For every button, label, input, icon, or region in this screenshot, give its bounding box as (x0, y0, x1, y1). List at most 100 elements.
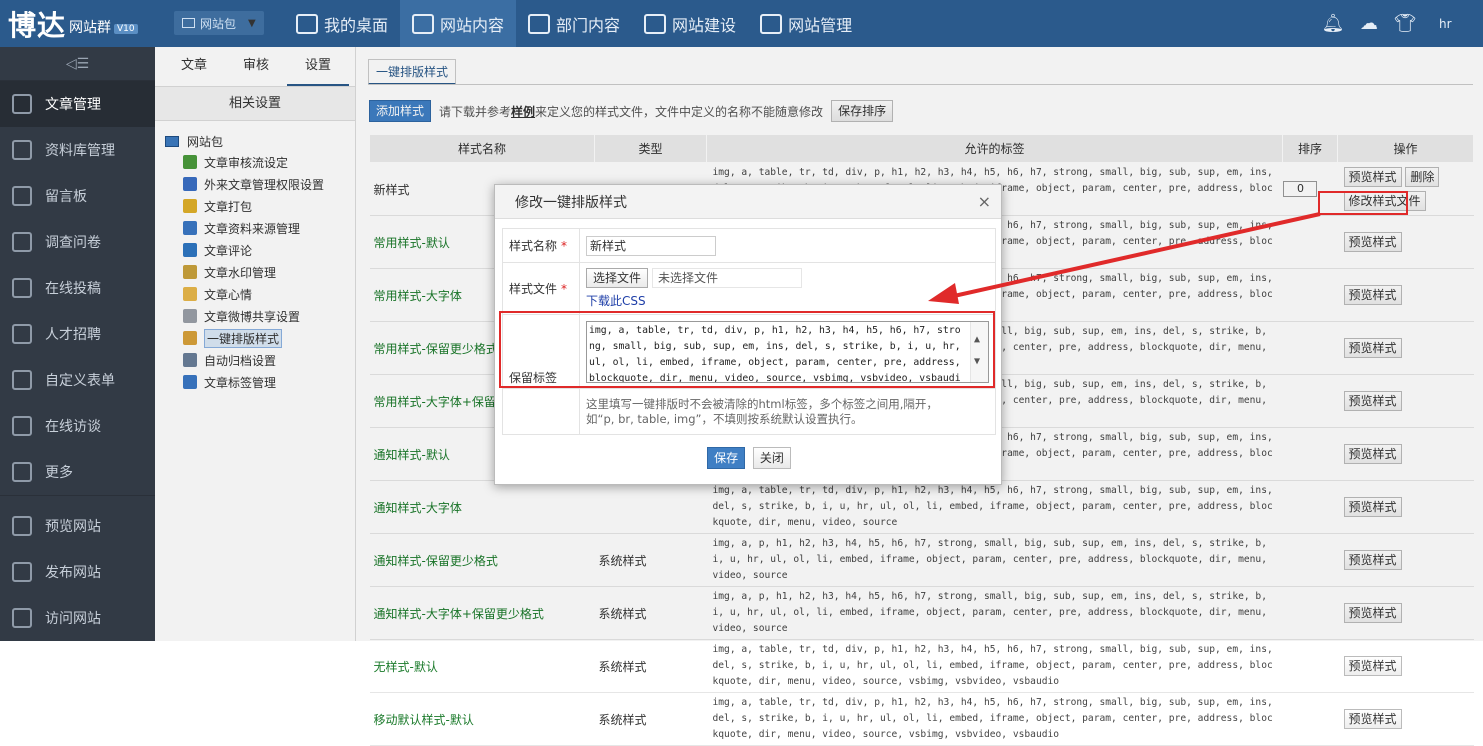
sidebar-item-label: 文章管理 (45, 97, 101, 113)
nav-dept-content[interactable]: 部门内容 (516, 0, 632, 47)
sidebar-item-guestbook[interactable]: 留言板 (0, 173, 155, 219)
grid-icon (296, 13, 318, 34)
preview-style-button[interactable]: 预览样式 (1343, 656, 1402, 676)
style-name-cell[interactable]: 移动默认样式-默认 (369, 692, 595, 746)
nav-label: 我的桌面 (324, 15, 389, 35)
table-row: 移动默认样式-默认 系统样式 img, a, table, tr, td, div,… (369, 692, 1474, 746)
form-value: 这里填写一键排版时不会被清除的html标签，多个标签之间用,隔开， 如“p, br… (579, 388, 996, 435)
top-icons: 🔔︎ ☁ 👕︎ hr (1315, 0, 1483, 47)
allowed-tags-cell: img, a, table, tr, td, div, p, h1, h2, h… (706, 692, 1283, 746)
required-mark: * (561, 239, 568, 253)
sidebar-item-label: 在线投稿 (45, 281, 101, 297)
table-row: 无样式-默认 系统样式 img, a, table, tr, td, div, p,… (369, 639, 1474, 693)
nav-label: 网站内容 (440, 15, 505, 35)
logo-sub: 网站群 (69, 19, 112, 36)
article-icon (12, 94, 32, 114)
form-row-name: 样式名称 * 新样式 (502, 228, 996, 263)
site-selector-label: 网站包 (200, 16, 237, 31)
sidebar-item-label: 访问网站 (45, 611, 101, 627)
form-icon (12, 370, 32, 390)
site-selector[interactable]: 网站包 ▼ (174, 11, 264, 35)
sidebar-item-submission[interactable]: 在线投稿 (0, 265, 155, 311)
save-button[interactable]: 保存 (707, 447, 746, 469)
sidebar-item-interview[interactable]: 在线访谈 (0, 403, 155, 449)
help-line: 这里填写一键排版时不会被清除的html标签，多个标签之间用,隔开， (586, 396, 938, 411)
order-cell (1282, 692, 1338, 746)
shirt-icon[interactable]: 👕︎ (1387, 13, 1423, 34)
sidebar-item-label: 预览网站 (45, 519, 101, 535)
highlight-modify-button (1318, 191, 1408, 215)
user-menu[interactable]: hr (1423, 17, 1483, 31)
form-label: 样式名称 * (502, 228, 580, 263)
style-type-cell: 系统样式 (594, 692, 707, 746)
sidebar-item-preview-site[interactable]: 预览网站 (0, 503, 155, 549)
nav-site-build[interactable]: 网站建设 (632, 0, 748, 47)
sidebar-item-recruit[interactable]: 人才招聘 (0, 311, 155, 357)
style-type-cell: 系统样式 (594, 639, 707, 693)
sidebar-item-label: 自定义表单 (45, 373, 115, 389)
more-icon (12, 462, 32, 482)
dialog-title: 修改一键排版样式 (515, 194, 627, 211)
nav-site-manage[interactable]: 网站管理 (748, 0, 864, 47)
sidebar-divider (0, 495, 155, 503)
sidebar-item-survey[interactable]: 调查问卷 (0, 219, 155, 265)
add-page-icon (644, 13, 667, 34)
sidebar-toggle[interactable]: ◁☰ (0, 47, 155, 81)
form-label: 样式文件 * (502, 262, 580, 315)
close-button[interactable]: 关闭 (752, 447, 791, 469)
sidebar: ◁☰ 文章管理 资料库管理 留言板 调查问卷 在线投稿 人才招聘 自定义表单 在… (0, 47, 155, 641)
nav-label: 部门内容 (556, 15, 621, 35)
sidebar-item-articles[interactable]: 文章管理 (0, 81, 155, 127)
sidebar-item-custom-form[interactable]: 自定义表单 (0, 357, 155, 403)
operations-cell: 预览样式 (1337, 692, 1474, 746)
sidebar-item-library[interactable]: 资料库管理 (0, 127, 155, 173)
download-css-link[interactable]: 下载此CSS (586, 292, 989, 309)
form-value: 新样式 (579, 228, 996, 263)
library-icon (12, 140, 32, 160)
top-nav: 我的桌面 网站内容 部门内容 网站建设 网站管理 (284, 0, 864, 47)
name-label: 样式名称 (509, 239, 558, 253)
sidebar-item-publish-site[interactable]: 发布网站 (0, 549, 155, 595)
bell-icon[interactable]: 🔔︎ (1315, 13, 1351, 34)
sidebar-item-label: 在线访谈 (45, 419, 101, 435)
logo[interactable]: 博达 网站群 V10 (0, 0, 155, 47)
preview-style-button[interactable]: 预览样式 (1343, 709, 1402, 729)
sidebar-item-more[interactable]: 更多 (0, 449, 155, 495)
monitor-icon (182, 18, 195, 28)
preview-icon (12, 516, 32, 536)
help-text: 这里填写一键排版时不会被清除的html标签，多个标签之间用,隔开， 如“p, br… (586, 395, 989, 429)
file-row: 选择文件 未选择文件 (586, 268, 989, 288)
close-icon[interactable]: × (978, 192, 991, 211)
microphone-icon (12, 416, 32, 436)
logo-version: V10 (114, 23, 138, 34)
style-name-cell[interactable]: 无样式-默认 (369, 639, 595, 693)
sidebar-item-visit-site[interactable]: 访问网站 (0, 595, 155, 641)
operations-cell: 预览样式 (1337, 639, 1474, 693)
form-value: 选择文件 未选择文件 下载此CSS (579, 262, 996, 315)
dialog-buttons: 保存 关闭 (495, 447, 1003, 469)
message-icon (12, 186, 32, 206)
highlight-keep-tags (499, 311, 995, 388)
submit-icon (12, 278, 32, 298)
sidebar-item-label: 更多 (45, 465, 73, 481)
nav-site-content[interactable]: 网站内容 (400, 0, 517, 47)
nav-desktop[interactable]: 我的桌面 (284, 0, 400, 47)
logo-main: 博达 (8, 8, 67, 42)
style-name-input[interactable]: 新样式 (586, 235, 716, 256)
sidebar-item-label: 资料库管理 (45, 143, 115, 159)
form-row-file: 样式文件 * 选择文件 未选择文件 下载此CSS (502, 262, 996, 315)
allowed-tags-cell: img, a, table, tr, td, div, p, h1, h2, h… (706, 639, 1283, 693)
sidebar-item-label: 留言板 (45, 189, 87, 205)
form-label (502, 388, 580, 435)
globe-icon (12, 608, 32, 628)
nav-label: 网站建设 (672, 15, 737, 35)
nav-label: 网站管理 (788, 15, 853, 35)
sidebar-item-label: 发布网站 (45, 565, 101, 581)
required-mark: * (561, 282, 568, 296)
dialog-header: 修改一键排版样式 × (495, 185, 1001, 219)
sidebar-item-label: 调查问卷 (45, 235, 101, 251)
cloud-icon[interactable]: ☁ (1351, 13, 1387, 34)
choose-file-button[interactable]: 选择文件 (586, 268, 649, 288)
edit-icon (412, 13, 435, 34)
help-line: 如“p, br, table, img”，不填则按系统默认设置执行。 (586, 411, 863, 426)
